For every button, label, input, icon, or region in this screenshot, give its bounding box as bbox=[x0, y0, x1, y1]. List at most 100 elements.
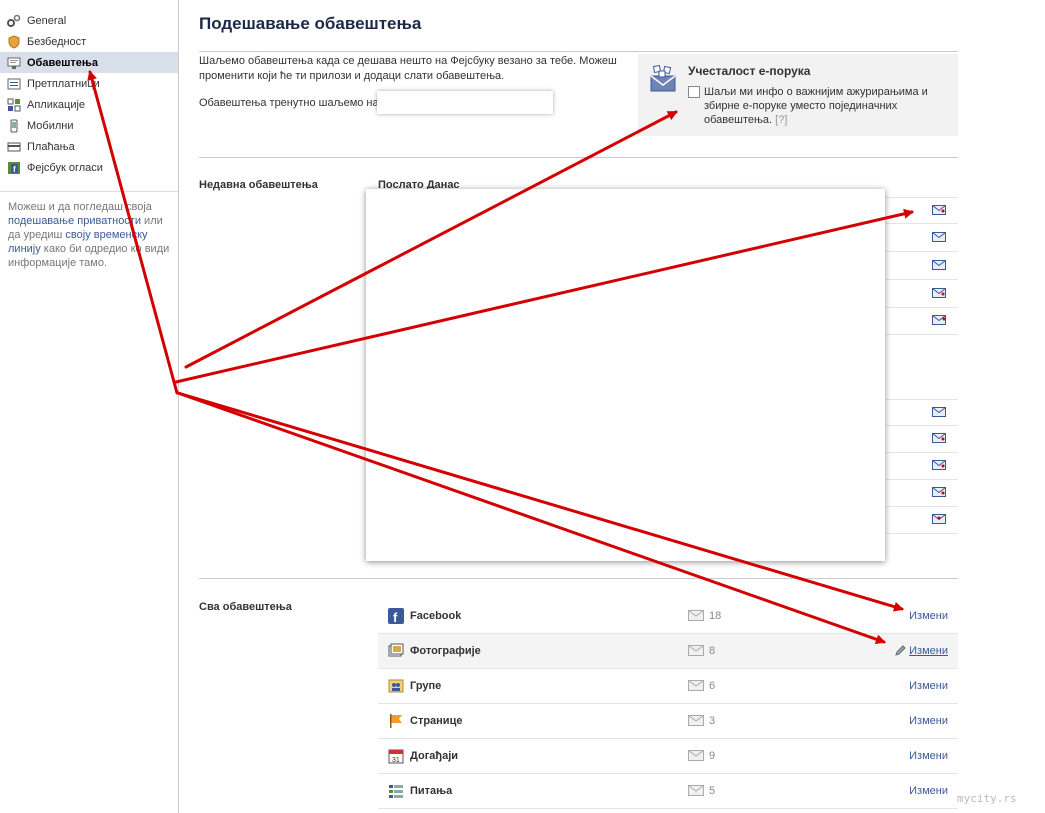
digest-checkbox-label: Шаљи ми инфо о важнијим ажурирањима и зб… bbox=[704, 85, 944, 127]
envelope-icon bbox=[688, 715, 704, 729]
calendar-icon: 31 bbox=[388, 748, 404, 764]
envelope-icon bbox=[688, 645, 704, 659]
sidebar-item-label: Плаћања bbox=[27, 140, 75, 153]
app-name: Питања bbox=[410, 785, 453, 797]
all-notifications-label: Сва обавештења bbox=[199, 601, 292, 613]
envelope-icon bbox=[932, 315, 946, 328]
edit-link[interactable]: Измени bbox=[909, 680, 948, 692]
apps-icon bbox=[6, 97, 22, 113]
notification-icon bbox=[6, 55, 22, 71]
questions-icon bbox=[388, 783, 404, 799]
sidebar-item-label: Мобилни bbox=[27, 119, 74, 132]
app-row-questions: Питања 5 Измени bbox=[378, 774, 958, 809]
mobile-icon bbox=[6, 118, 22, 134]
sidebar-item-label: Фејсбук огласи bbox=[27, 161, 103, 174]
app-name: Facebook bbox=[410, 610, 462, 622]
watermark: mycity.rs bbox=[957, 792, 1017, 805]
pencil-icon[interactable] bbox=[894, 645, 906, 660]
sidebar-item-apps[interactable]: Апликације bbox=[0, 94, 178, 115]
page-title: Подешавање обавештења bbox=[199, 14, 422, 33]
app-row-pages: Странице 3 Измени bbox=[378, 704, 958, 739]
envelope-icon bbox=[932, 205, 946, 218]
gears-icon bbox=[6, 13, 22, 29]
groups-icon bbox=[388, 678, 404, 694]
sidebar-divider bbox=[0, 191, 178, 192]
sidebar-item-label: Безбедност bbox=[27, 35, 87, 48]
envelope-icon bbox=[688, 750, 704, 764]
help-link[interactable]: [?] bbox=[775, 114, 787, 126]
recent-row-email-toggle[interactable] bbox=[886, 507, 958, 534]
recent-row-email-toggle[interactable] bbox=[886, 480, 958, 507]
edit-link[interactable]: Измени bbox=[909, 785, 948, 797]
app-name: Странице bbox=[410, 715, 463, 727]
sidebar-item-notifications[interactable]: Обавештења bbox=[0, 52, 178, 73]
note-text: Можеш и да погледаш своја bbox=[8, 201, 152, 213]
sidebar-item-general[interactable]: General bbox=[0, 10, 178, 31]
svg-text:f: f bbox=[393, 610, 398, 624]
sidebar-item-payments[interactable]: Плаћања bbox=[0, 136, 178, 157]
intro-text: Шаљемо обавештења када се дешава нешто н… bbox=[199, 55, 617, 82]
recent-row-email-toggle[interactable] bbox=[886, 399, 958, 426]
envelope-icon bbox=[932, 433, 946, 446]
envelope-icon bbox=[688, 785, 704, 799]
svg-text:f: f bbox=[13, 165, 16, 174]
sidebar-item-facebook-ads[interactable]: f Фејсбук огласи bbox=[0, 157, 178, 178]
recent-row-email-toggle[interactable] bbox=[886, 197, 958, 224]
edit-link[interactable]: Измени bbox=[909, 610, 948, 622]
recent-row-email-toggle[interactable] bbox=[886, 426, 958, 453]
payments-icon bbox=[6, 139, 22, 155]
app-name: Фотографије bbox=[410, 645, 481, 657]
recent-notifications-label: Недавна обавештења bbox=[199, 179, 318, 191]
recent-row-email-toggle[interactable] bbox=[886, 281, 958, 308]
sidebar-item-label: General bbox=[27, 14, 67, 27]
section-divider bbox=[199, 157, 958, 158]
app-row-photos: Фотографије 8 Измени bbox=[378, 634, 958, 669]
email-count: 3 bbox=[709, 715, 716, 727]
shield-icon bbox=[6, 34, 22, 50]
recent-notifications-popup bbox=[366, 189, 885, 561]
sidebar-item-subscribers[interactable]: Претплатници bbox=[0, 73, 178, 94]
facebook-ads-icon: f bbox=[6, 160, 22, 176]
email-frequency-title: Учесталост е-порука bbox=[688, 64, 811, 78]
envelope-icon bbox=[688, 610, 704, 624]
app-name: Групе bbox=[410, 680, 442, 692]
envelope-icon bbox=[932, 288, 946, 301]
email-count: 5 bbox=[709, 785, 716, 797]
email-digest-icon bbox=[648, 64, 678, 94]
envelope-icon bbox=[932, 514, 946, 527]
app-row-events: 31 Догађаји 9 Измени bbox=[378, 739, 958, 774]
sidebar-item-mobile[interactable]: Мобилни bbox=[0, 115, 178, 136]
email-address-box bbox=[377, 91, 553, 114]
recent-row-email-toggle[interactable] bbox=[886, 253, 958, 280]
envelope-icon bbox=[932, 460, 946, 473]
privacy-settings-link[interactable]: подешавање приватности bbox=[8, 215, 141, 227]
recent-row-email-toggle[interactable] bbox=[886, 225, 958, 252]
recent-row-email-toggle[interactable] bbox=[886, 453, 958, 480]
email-count: 9 bbox=[709, 750, 716, 762]
app-row-groups: Групе 6 Измени bbox=[378, 669, 958, 704]
digest-checkbox[interactable] bbox=[688, 86, 700, 98]
sidebar-note: Можеш и да погледаш своја подешавање при… bbox=[8, 200, 170, 270]
edit-link[interactable]: Измени bbox=[909, 715, 948, 727]
app-name: Догађаји bbox=[410, 750, 459, 762]
email-count: 8 bbox=[709, 645, 716, 657]
sidebar-item-label: Обавештења bbox=[27, 56, 98, 69]
title-divider bbox=[199, 51, 958, 52]
edit-link[interactable]: Измени bbox=[909, 750, 948, 762]
svg-text:31: 31 bbox=[392, 757, 400, 764]
sidebar-item-label: Апликације bbox=[27, 98, 86, 111]
envelope-icon bbox=[932, 407, 946, 420]
envelope-icon bbox=[688, 680, 704, 694]
envelope-icon bbox=[932, 232, 946, 245]
sent-to-label: Обавештења тренутно шаљемо на bbox=[199, 97, 379, 109]
edit-link[interactable]: Измени bbox=[909, 645, 948, 657]
pages-icon bbox=[388, 713, 404, 729]
recent-row-email-toggle[interactable] bbox=[886, 308, 958, 335]
sidebar-item-security[interactable]: Безбедност bbox=[0, 31, 178, 52]
envelope-icon bbox=[932, 260, 946, 273]
email-count: 6 bbox=[709, 680, 716, 692]
email-frequency-box: Учесталост е-порука Шаљи ми инфо о важни… bbox=[638, 54, 958, 136]
app-row-facebook: f Facebook 18 Измени bbox=[378, 599, 958, 634]
settings-sidebar: General Безбедност Обавештења Претплатни… bbox=[0, 0, 179, 813]
section-divider bbox=[199, 578, 958, 579]
